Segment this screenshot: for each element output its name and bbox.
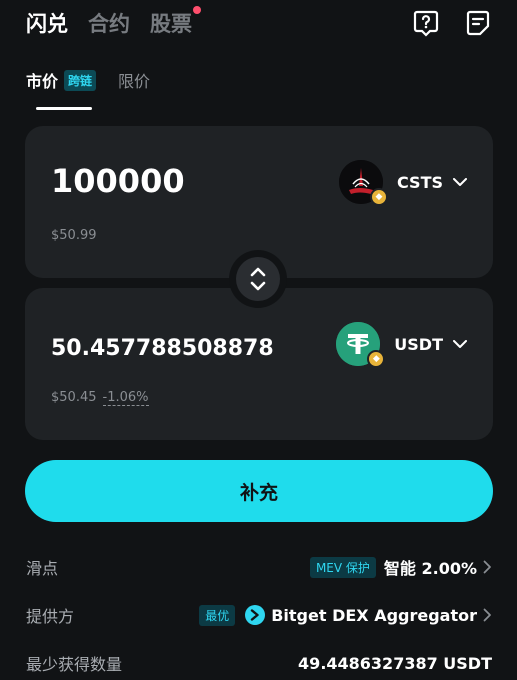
provider-value: Bitget DEX Aggregator — [271, 605, 477, 625]
to-token-selector[interactable]: ◆ USDT — [336, 322, 467, 368]
from-usd-value: $50.99 — [51, 228, 97, 243]
tab-contract[interactable]: 合约 — [88, 8, 130, 38]
aggregator-icon — [245, 605, 266, 625]
best-route-badge: 最优 — [199, 604, 236, 626]
tab-stocks-label: 股票 — [150, 12, 192, 36]
to-amount-output: 50.457788508878 — [51, 336, 274, 361]
tab-limit[interactable]: 限价 — [118, 68, 150, 92]
provider-row[interactable]: 提供方 最优 Bitget DEX Aggregator — [26, 603, 492, 627]
price-impact[interactable]: -1.06% — [102, 390, 149, 406]
slippage-setting: MEV 保护 智能 2.00% — [309, 555, 492, 579]
swap-arrows-icon — [236, 257, 280, 301]
to-token-name: USDT — [394, 334, 443, 354]
min-receive-label: 最少获得数量 — [26, 655, 123, 674]
tab-market-label: 市价 — [26, 72, 59, 91]
active-tab-indicator — [36, 107, 92, 110]
chevron-down-icon — [453, 339, 467, 348]
slippage-value: 智能 2.00% — [383, 559, 477, 578]
cross-chain-badge: 跨链 — [64, 69, 97, 91]
chevron-right-icon — [483, 560, 491, 574]
min-receive-row: 最少获得数量 49.4486327387 USDT — [26, 651, 492, 675]
tab-market[interactable]: 市价 跨链 — [26, 68, 97, 92]
chevron-down-icon — [453, 177, 467, 186]
mev-protection-badge: MEV 保护 — [309, 556, 376, 578]
tab-stocks[interactable]: 股票 — [150, 6, 201, 38]
slippage-label: 滑点 — [26, 559, 59, 578]
top-tab-bar: 闪兑 合约 股票 — [26, 6, 201, 38]
min-receive-value: 49.4486327387 USDT — [298, 653, 492, 673]
from-token-selector[interactable]: ◆ CSTS — [339, 160, 467, 206]
top-up-button[interactable]: 补充 — [25, 460, 493, 522]
chevron-right-icon — [483, 608, 491, 622]
csts-token-icon: ◆ — [339, 160, 388, 206]
top-actions — [411, 8, 493, 38]
swap-direction-button[interactable] — [229, 250, 287, 308]
from-amount-input[interactable]: 100000 — [51, 162, 185, 200]
to-usd-amount: $50.45 — [51, 390, 97, 405]
bnb-chain-icon: ◆ — [367, 350, 386, 368]
order-list-icon[interactable] — [463, 8, 493, 38]
bnb-chain-icon: ◆ — [370, 188, 388, 206]
provider-setting: 最优 Bitget DEX Aggregator — [199, 604, 492, 626]
usdt-token-icon: ◆ — [336, 322, 386, 368]
tab-swap[interactable]: 闪兑 — [26, 8, 68, 38]
from-token-name: CSTS — [397, 172, 443, 192]
provider-label: 提供方 — [26, 607, 75, 626]
to-usd-value: $50.45 -1.06% — [51, 390, 149, 406]
notification-dot — [193, 6, 201, 14]
slippage-row[interactable]: 滑点 MEV 保护 智能 2.00% — [26, 555, 492, 579]
order-type-tabs: 市价 跨链 限价 — [26, 68, 150, 92]
to-token-card: 50.457788508878 $50.45 -1.06% ◆ USDT — [25, 288, 493, 440]
help-chat-icon[interactable] — [411, 8, 441, 38]
